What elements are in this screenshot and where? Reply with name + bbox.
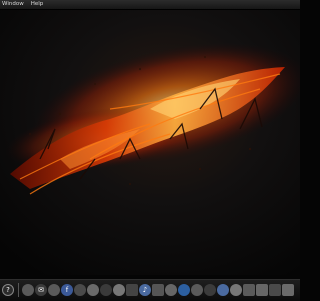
camera-icon[interactable] [113, 284, 125, 296]
help-icon[interactable]: ? [2, 284, 14, 296]
ical-icon[interactable] [48, 284, 60, 296]
facebook-icon-glyph: f [65, 286, 69, 294]
facebook-icon[interactable]: f [61, 284, 73, 296]
menu-help[interactable]: Help [31, 0, 44, 9]
desktop-wallpaper [0, 9, 300, 275]
app-icon-1[interactable] [74, 284, 86, 296]
app-icon-11[interactable] [269, 284, 281, 296]
app-icon-5[interactable] [178, 284, 190, 296]
ichat-icon[interactable] [100, 284, 112, 296]
app-icon-4[interactable] [165, 284, 177, 296]
menu-bar: Window Help [0, 0, 300, 10]
itunes-icon[interactable]: ♪ [139, 284, 151, 296]
trash-icon[interactable] [282, 284, 294, 296]
app-icon-10[interactable] [256, 284, 268, 296]
dock: ? ✉ f ♪ [0, 279, 300, 301]
dock-separator [18, 283, 19, 297]
menu-window[interactable]: Window [2, 0, 24, 9]
safari-icon[interactable] [22, 284, 34, 296]
itunes-icon-glyph: ♪ [142, 286, 148, 294]
mail-icon-glyph: ✉ [38, 286, 44, 294]
mail-icon[interactable]: ✉ [35, 284, 47, 296]
app-icon-7[interactable] [204, 284, 216, 296]
app-icon-9[interactable] [243, 284, 255, 296]
help-icon-glyph: ? [6, 286, 10, 294]
app-icon-6[interactable] [191, 284, 203, 296]
app-icon-8[interactable] [230, 284, 242, 296]
app-icon-3[interactable] [152, 284, 164, 296]
photo-booth-icon[interactable] [126, 284, 138, 296]
itunes-icon-2[interactable] [217, 284, 229, 296]
app-icon-2[interactable] [87, 284, 99, 296]
